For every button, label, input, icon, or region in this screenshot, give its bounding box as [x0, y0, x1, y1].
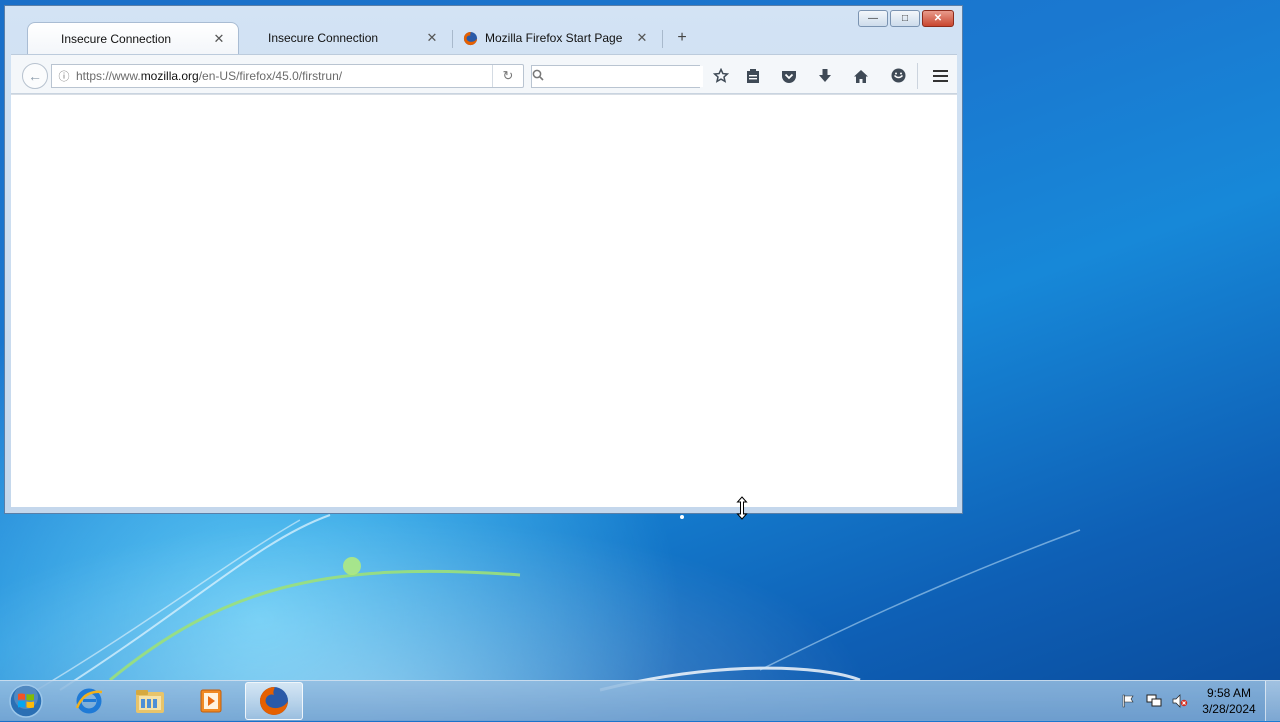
url-domain: mozilla.org — [140, 69, 199, 83]
tab-title: Mozilla Firefox Start Page — [485, 31, 623, 45]
home-icon — [854, 69, 868, 83]
tab-close-icon[interactable]: ✕ — [425, 30, 439, 46]
url-prefix: https://www. — [76, 69, 141, 83]
resize-cursor-icon — [736, 496, 748, 520]
search-bar[interactable] — [531, 65, 703, 88]
firefox-icon — [260, 687, 288, 715]
hamburger-icon — [932, 70, 948, 72]
pocket-button[interactable] — [778, 66, 800, 86]
tab-close-icon[interactable]: ✕ — [212, 31, 226, 47]
clock-time: 9:58 AM — [1206, 686, 1252, 700]
home-button[interactable] — [850, 66, 872, 86]
tab-insecure-connection-2[interactable]: Insecure Connection ✕ — [259, 22, 451, 54]
url-path: /en-US/firefox/45.0/firstrun/ — [198, 69, 343, 83]
clipboard-icon — [747, 69, 759, 83]
info-icon[interactable]: ⓘ — [52, 68, 76, 84]
hello-chat-button[interactable] — [887, 66, 909, 86]
action-center-flag-icon[interactable] — [1120, 693, 1136, 709]
firefox-window: — □ ✕ Insecure Connection ✕ Insecure Con… — [4, 5, 963, 514]
taskbar-firefox[interactable] — [245, 682, 303, 720]
hamburger-icon — [932, 75, 948, 77]
navigation-toolbar: ← ⓘ https://www.mozilla.org/en-US/firefo… — [11, 54, 957, 94]
taskbar-internet-explorer[interactable] — [60, 682, 118, 720]
tab-title: Insecure Connection — [61, 31, 172, 46]
arrow-left-icon: ← — [28, 68, 42, 84]
windows-logo-icon — [9, 684, 43, 718]
tab-mozilla-start-page[interactable]: Mozilla Firefox Start Page ✕ — [455, 22, 661, 54]
internet-explorer-icon — [75, 688, 103, 714]
firefox-icon — [455, 31, 485, 46]
show-desktop-button[interactable] — [1265, 681, 1280, 721]
new-tab-button[interactable]: + — [671, 22, 693, 54]
url-bar[interactable]: ⓘ https://www.mozilla.org/en-US/firefox/… — [51, 64, 524, 88]
reload-icon: ↻ — [502, 68, 514, 83]
url-text[interactable]: https://www.mozilla.org/en-US/firefox/45… — [76, 69, 492, 83]
back-button[interactable]: ← — [22, 63, 48, 89]
start-button[interactable] — [7, 683, 45, 719]
tab-strip: Insecure Connection ✕ Insecure Connectio… — [15, 22, 955, 54]
page-content-area[interactable] — [11, 94, 957, 507]
taskbar: 9:58 AM 3/28/2024 — [0, 680, 1280, 721]
download-arrow-icon — [819, 69, 831, 82]
clock-date: 3/28/2024 — [1202, 702, 1256, 716]
downloads-button[interactable] — [814, 66, 836, 86]
bookmark-star-button[interactable] — [710, 66, 732, 86]
taskbar-clock[interactable]: 9:58 AM 3/28/2024 — [1196, 685, 1262, 717]
star-icon — [713, 68, 729, 83]
open-menu-button[interactable] — [929, 66, 951, 86]
hamburger-icon — [932, 80, 948, 82]
volume-muted-icon[interactable] — [1172, 693, 1188, 709]
tab-separator — [662, 30, 663, 48]
media-player-icon — [200, 689, 222, 713]
search-input[interactable] — [544, 66, 703, 87]
taskbar-media-player[interactable] — [182, 682, 240, 720]
tab-insecure-connection-1[interactable]: Insecure Connection ✕ — [27, 22, 239, 54]
tab-separator — [452, 30, 453, 48]
tab-title: Insecure Connection — [268, 31, 379, 45]
taskbar-file-explorer[interactable] — [121, 682, 179, 720]
toolbar-separator — [917, 63, 918, 89]
reload-button[interactable]: ↻ — [492, 65, 523, 87]
tab-close-icon[interactable]: ✕ — [635, 30, 649, 46]
network-icon[interactable] — [1146, 693, 1162, 709]
search-icon — [532, 69, 544, 84]
file-explorer-icon — [136, 690, 164, 713]
chat-smiley-icon — [891, 68, 905, 83]
pocket-icon — [782, 70, 796, 83]
reading-list-button[interactable] — [742, 66, 764, 86]
system-tray — [1120, 681, 1188, 721]
